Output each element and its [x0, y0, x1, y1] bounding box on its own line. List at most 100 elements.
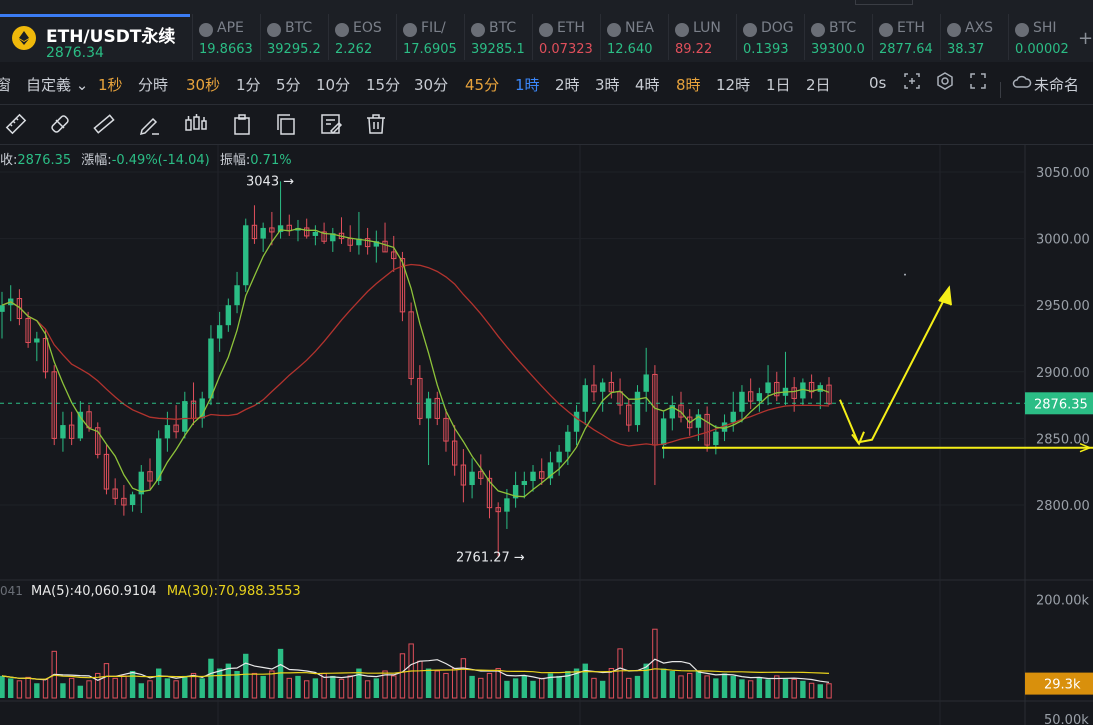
cloud-icon[interactable] — [1012, 74, 1032, 94]
candle-body — [312, 231, 319, 236]
ticker-item[interactable]: NEA 12.640 — [600, 14, 667, 60]
ticker-price: 0.1393 — [743, 42, 789, 57]
interval-option[interactable]: 自定義 ⌄ — [26, 74, 88, 95]
interval-option[interactable]: 0s — [869, 74, 886, 92]
volume-bar — [312, 678, 319, 698]
volume-bar — [582, 663, 588, 698]
active-symbol[interactable]: ETH/USDT永续 2876.34 — [8, 14, 188, 61]
volume-bar — [190, 672, 197, 699]
interval-option[interactable]: 1日 — [766, 74, 791, 95]
ticker-item[interactable]: SHI 0.00002 — [1008, 14, 1075, 60]
candle-body — [60, 425, 66, 439]
ticker-item[interactable]: AXS 38.37 — [940, 14, 1007, 60]
interval-option[interactable]: 8時 — [676, 74, 701, 95]
candlestick-chart[interactable]: 3050.003000.002950.002900.002850.002800.… — [0, 145, 1093, 725]
candle-body — [208, 338, 214, 399]
edit-icon[interactable] — [319, 112, 343, 136]
ticker-item[interactable]: DOG 0.1393 — [736, 14, 803, 60]
candle-body — [739, 391, 745, 412]
interval-option[interactable]: 分時 — [138, 74, 168, 95]
copy-icon[interactable] — [274, 112, 298, 136]
ticker-item[interactable]: ETH 2877.64 — [872, 14, 939, 60]
interval-option[interactable]: 4時 — [635, 74, 660, 95]
ticker-item[interactable]: EOS 2.262 — [328, 14, 395, 60]
volume-bar — [269, 670, 275, 699]
eth-logo-icon — [12, 26, 36, 50]
volume-bar — [86, 680, 92, 699]
change-label: 漲幅: — [81, 153, 112, 168]
ticker-item[interactable]: BTC 39295.2 — [260, 14, 327, 60]
screenshot-icon[interactable] — [903, 72, 921, 94]
volume-bar — [756, 677, 763, 698]
interval-option[interactable]: 12時 — [716, 74, 750, 95]
symbol-name: ETH/USDT永续 — [46, 27, 176, 47]
candle-body — [521, 481, 528, 486]
projection-arrow-drawing — [839, 291, 949, 444]
volume-bar — [417, 660, 423, 699]
coin-icon — [335, 23, 349, 37]
ruler-alt-icon[interactable] — [48, 112, 72, 136]
ticker-item[interactable]: LUN 89.22 — [668, 14, 735, 60]
pencil-icon[interactable] — [138, 112, 162, 136]
add-ticker-icon[interactable]: + — [1078, 28, 1093, 49]
interval-option[interactable]: 3時 — [595, 74, 620, 95]
candles-icon[interactable] — [184, 112, 208, 136]
candle-body — [234, 285, 240, 306]
coin-icon — [539, 23, 553, 37]
candle-body — [660, 418, 667, 446]
ticker-name: FIL/ — [421, 20, 446, 36]
interval-option[interactable]: 10分 — [316, 74, 350, 95]
current-price-tag-label: 2876.35 — [1034, 397, 1088, 412]
volume-bar — [34, 683, 40, 698]
interval-option[interactable]: 2日 — [806, 74, 831, 95]
ticker-name: ETH — [897, 20, 925, 36]
ticker-item[interactable]: APE 19.8663 — [192, 14, 259, 60]
coin-icon — [1015, 23, 1029, 37]
ticker-name: AXS — [965, 20, 994, 36]
volume-bar — [16, 680, 23, 699]
trash-icon[interactable] — [364, 112, 388, 136]
y-tick-label: 2800.00 — [1036, 499, 1090, 514]
interval-option[interactable]: 1時 — [515, 74, 540, 95]
interval-option[interactable]: 2時 — [555, 74, 580, 95]
coin-icon — [947, 23, 961, 37]
ruler-icon[interactable] — [4, 112, 28, 136]
interval-option[interactable]: 1分 — [236, 74, 261, 95]
settings-icon[interactable] — [936, 72, 954, 94]
fullscreen-icon[interactable] — [969, 72, 987, 94]
candle-body — [756, 393, 763, 402]
volume-bar — [399, 653, 406, 699]
interval-option[interactable]: 15分 — [366, 74, 400, 95]
volume-bar — [652, 628, 658, 699]
interval-option[interactable]: 30分 — [414, 74, 448, 95]
ticker-item[interactable]: FIL/17.6905 — [396, 14, 463, 60]
volume-bar — [460, 658, 467, 699]
clipboard-icon[interactable] — [230, 112, 254, 136]
interval-option[interactable]: 1秒 — [98, 74, 123, 95]
ticker-item[interactable]: BTC 39300.0 — [804, 14, 871, 60]
coin-icon — [403, 23, 417, 37]
ticker-item[interactable]: ETH 0.07323 — [532, 14, 599, 60]
interval-option[interactable]: 5分 — [276, 74, 301, 95]
layout-name[interactable]: 未命名 — [1034, 74, 1079, 95]
volume-bar — [556, 675, 562, 698]
interval-option[interactable]: 45分 — [465, 74, 499, 95]
coin-icon — [811, 23, 825, 37]
ticker-price: 12.640 — [607, 42, 653, 57]
ticker-name: NEA — [625, 20, 654, 36]
measure-icon[interactable] — [92, 112, 116, 136]
interval-option[interactable]: 30秒 — [186, 74, 220, 95]
interval-option[interactable]: 窗 — [0, 74, 11, 95]
volume-bar — [486, 672, 493, 699]
volume-bar — [747, 680, 754, 699]
volume-bar — [443, 672, 449, 699]
volume-bar — [373, 678, 380, 698]
ticker-name: EOS — [353, 20, 382, 36]
ticker-item[interactable]: BTC 39285.1 — [464, 14, 531, 60]
volume-bar — [216, 668, 223, 698]
top-toggle-box[interactable] — [855, 0, 913, 5]
ticker-price: 89.22 — [675, 42, 713, 57]
candle-body — [573, 411, 580, 432]
volume-bar — [0, 675, 5, 698]
ticker-price: 0.07323 — [539, 42, 593, 57]
